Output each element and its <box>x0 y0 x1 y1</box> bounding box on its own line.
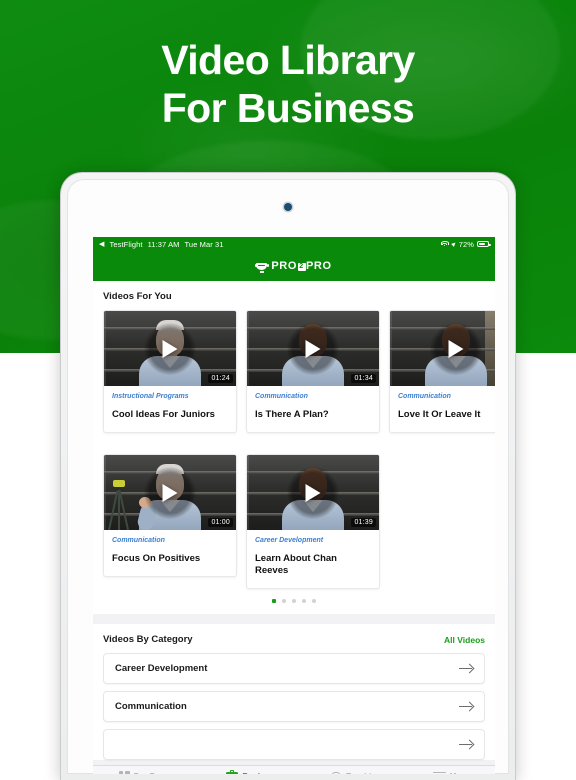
hamburger-icon <box>432 771 446 775</box>
promo-title-line-2: For Business <box>161 85 415 131</box>
tab-label: Pro Forum <box>134 772 175 774</box>
video-duration-badge: 01:00 <box>208 518 233 527</box>
video-card[interactable]: 01:24 Instructional Programs Cool Ideas … <box>103 310 237 433</box>
arrow-right-icon <box>459 702 473 712</box>
all-videos-link[interactable]: All Videos <box>444 635 485 645</box>
video-duration-badge: 01:39 <box>351 518 376 527</box>
back-to-app-icon[interactable]: ◀ <box>99 240 104 248</box>
videos-by-category-title: Videos By Category <box>103 634 193 645</box>
logo-badge: 2 <box>297 263 306 271</box>
wifi-icon <box>440 240 449 248</box>
video-duration-badge: 01:34 <box>351 374 376 383</box>
tripod-prop <box>108 476 130 530</box>
video-title[interactable]: Is There A Plan? <box>255 409 371 421</box>
video-thumbnail[interactable]: 01:24 <box>104 311 236 386</box>
video-meta: Instructional Programs Cool Ideas For Ju… <box>104 386 236 432</box>
video-thumbnail[interactable]: 01:34 <box>247 311 379 386</box>
video-title[interactable]: Cool Ideas For Juniors <box>112 409 228 421</box>
tab-business[interactable]: Business <box>226 769 279 774</box>
section-spacer <box>93 614 495 624</box>
logo-suffix: PRO <box>306 260 332 272</box>
video-title[interactable]: Focus On Positives <box>112 553 228 565</box>
video-thumbnail[interactable]: 01:39 <box>247 455 379 530</box>
bottom-tab-bar: Pro Forum Business Teaching More <box>93 765 495 774</box>
app-header: PRO 2 PRO <box>93 251 495 281</box>
status-bar-right: 72% <box>440 239 491 249</box>
tab-pro-forum[interactable]: Pro Forum <box>118 771 175 774</box>
category-row-career-development[interactable]: Career Development <box>103 653 485 684</box>
video-card[interactable]: 01:39 Career Development Learn About Cha… <box>246 454 380 589</box>
card-row-spacer <box>93 433 495 454</box>
video-category[interactable]: Communication <box>398 393 495 400</box>
app-screen: ◀ TestFlight 11:37 AM Tue Mar 31 72% PRO… <box>93 237 495 774</box>
status-bar-left: ◀ TestFlight 11:37 AM Tue Mar 31 <box>99 240 224 249</box>
status-bar-time: 11:37 AM <box>147 239 180 249</box>
front-camera-icon <box>284 203 292 211</box>
video-card[interactable]: 01: Communication Love It Or Leave It <box>389 310 495 433</box>
video-card[interactable]: 01:00 Communication Focus On Positives <box>103 454 237 577</box>
play-icon[interactable] <box>162 483 178 502</box>
tab-label: Teaching <box>346 772 381 774</box>
location-arrow-icon <box>450 241 457 247</box>
category-label: Communication <box>115 701 187 712</box>
battery-percent-label: 72% <box>458 239 474 249</box>
category-row-partial[interactable] <box>103 729 485 760</box>
videos-by-category-panel: Videos By Category All Videos Career Dev… <box>93 624 495 760</box>
status-bar-date: Tue Mar 31 <box>184 239 224 249</box>
video-category[interactable]: Communication <box>255 393 371 400</box>
tab-teaching[interactable]: Teaching <box>330 771 381 774</box>
tab-label: Business <box>242 772 278 774</box>
video-duration-badge: 01:24 <box>208 374 233 383</box>
scroll-content[interactable]: Videos For You 01:24 Instructional Progr… <box>93 281 495 765</box>
grid-icon <box>118 771 130 774</box>
pagination-dot[interactable] <box>292 599 296 603</box>
play-icon[interactable] <box>305 483 321 502</box>
category-row-communication[interactable]: Communication <box>103 691 485 722</box>
videos-for-you-panel: Videos For You 01:24 Instructional Progr… <box>93 281 495 614</box>
play-icon[interactable] <box>305 339 321 358</box>
tablet-bezel: ◀ TestFlight 11:37 AM Tue Mar 31 72% PRO… <box>67 179 509 774</box>
carousel-pagination[interactable] <box>93 589 495 614</box>
video-category[interactable]: Instructional Programs <box>112 393 228 400</box>
pagination-dot[interactable] <box>282 599 286 603</box>
pro2pro-logo-icon <box>254 261 269 273</box>
arrow-right-icon <box>459 740 473 750</box>
tab-label: More <box>450 772 470 774</box>
videos-by-category-header: Videos By Category All Videos <box>93 634 495 653</box>
video-title[interactable]: Learn About Chan Reeves <box>255 553 371 577</box>
video-category[interactable]: Career Development <box>255 537 371 544</box>
battery-icon <box>477 240 491 248</box>
play-icon[interactable] <box>448 339 464 358</box>
video-meta: Career Development Learn About Chan Reev… <box>247 530 379 588</box>
video-thumbnail[interactable]: 01:00 <box>104 455 236 530</box>
pagination-dot[interactable] <box>312 599 316 603</box>
video-title[interactable]: Love It Or Leave It <box>398 409 495 421</box>
videos-for-you-header: Videos For You <box>93 291 495 310</box>
video-meta: Communication Love It Or Leave It <box>390 386 495 432</box>
status-bar: ◀ TestFlight 11:37 AM Tue Mar 31 72% <box>93 237 495 251</box>
video-thumbnail[interactable]: 01: <box>390 311 495 386</box>
video-meta: Communication Is There A Plan? <box>247 386 379 432</box>
arrow-right-icon <box>459 664 473 674</box>
videos-for-you-title: Videos For You <box>103 291 172 302</box>
app-logo-text: PRO 2 PRO <box>271 260 331 272</box>
tab-more[interactable]: More <box>432 771 470 775</box>
pagination-dot[interactable] <box>302 599 306 603</box>
play-icon[interactable] <box>162 339 178 358</box>
back-to-app-label[interactable]: TestFlight <box>109 240 142 249</box>
video-card-row-2: 01:00 Communication Focus On Positives 0… <box>93 454 495 589</box>
category-label: Career Development <box>115 663 208 674</box>
briefcase-icon <box>226 769 239 774</box>
whistle-icon <box>330 771 342 774</box>
video-category[interactable]: Communication <box>112 537 228 544</box>
video-card[interactable]: 01:34 Communication Is There A Plan? <box>246 310 380 433</box>
promo-title: Video Library For Business <box>0 36 576 132</box>
video-meta: Communication Focus On Positives <box>104 530 236 576</box>
promo-title-line-1: Video Library <box>161 37 415 83</box>
tablet-device-frame: ◀ TestFlight 11:37 AM Tue Mar 31 72% PRO… <box>60 172 516 780</box>
pagination-dot-active[interactable] <box>272 599 276 603</box>
logo-prefix: PRO <box>271 260 297 272</box>
video-card-row-1: 01:24 Instructional Programs Cool Ideas … <box>93 310 495 433</box>
